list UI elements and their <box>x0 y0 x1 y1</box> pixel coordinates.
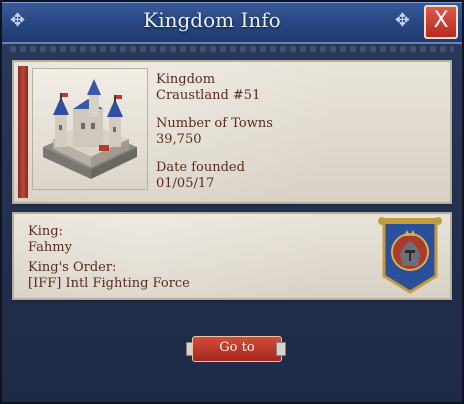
kingdom-label: Kingdom <box>156 72 216 87</box>
king-label: King: <box>28 224 63 239</box>
chain-divider <box>10 46 454 52</box>
kingdom-info-window: ✥ Kingdom Info ✥ X Kingdom Craustland #5… <box>0 0 464 404</box>
kings-order-label: King's Order: <box>28 260 117 275</box>
order-crest-icon <box>378 216 442 296</box>
date-founded-label: Date founded <box>156 160 245 175</box>
go-to-control: Go to <box>186 332 286 364</box>
kingdom-fields: Kingdom Craustland #51 Number of Towns 3… <box>156 72 273 204</box>
kings-order-value[interactable]: [IFF] Intl Fighting Force <box>28 276 190 292</box>
castle-image <box>32 68 148 190</box>
button-cap <box>276 342 286 356</box>
kingdom-value: Craustland #51 <box>156 88 261 103</box>
ribbon-decoration <box>18 66 28 198</box>
window-title: Kingdom Info <box>143 8 281 32</box>
towns-label: Number of Towns <box>156 116 273 131</box>
title-bar: ✥ Kingdom Info ✥ X <box>2 2 462 44</box>
towns-value: 39,750 <box>156 132 202 147</box>
close-button[interactable]: X <box>424 5 458 39</box>
go-to-button[interactable]: Go to <box>192 336 282 362</box>
king-info-panel: King: Fahmy King's Order: [IFF] Intl Fig… <box>14 214 450 298</box>
ornament-icon: ✥ <box>394 10 410 31</box>
king-value: Fahmy <box>28 240 72 255</box>
king-fields: King: Fahmy King's Order: [IFF] Intl Fig… <box>28 224 190 296</box>
kingdom-info-panel: Kingdom Craustland #51 Number of Towns 3… <box>14 62 450 202</box>
date-founded-value: 01/05/17 <box>156 176 215 191</box>
